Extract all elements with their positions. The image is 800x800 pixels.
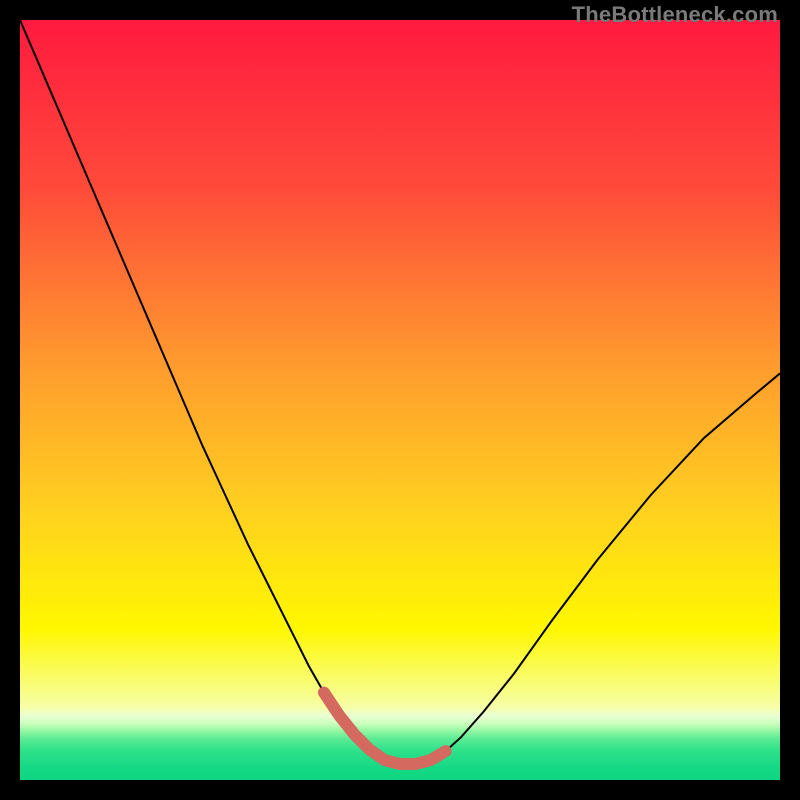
chart-frame: TheBottleneck.com [0, 0, 800, 800]
chart-svg [20, 20, 780, 780]
watermark-text: TheBottleneck.com [572, 2, 778, 28]
plot-area [20, 20, 780, 780]
gradient-background [20, 20, 780, 780]
